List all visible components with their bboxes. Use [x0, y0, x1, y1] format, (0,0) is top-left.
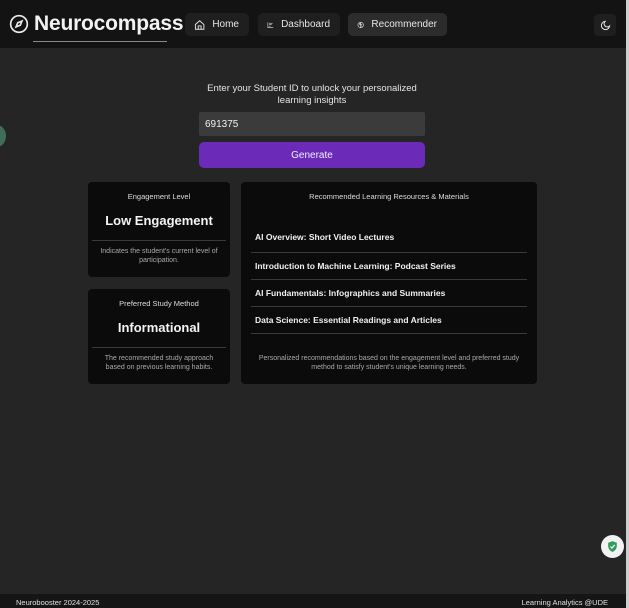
- resources-list: AI Overview: Short Video Lectures Introd…: [241, 221, 537, 334]
- nav-dashboard-label: Dashboard: [281, 19, 330, 30]
- brand[interactable]: Neurocompass: [9, 4, 184, 44]
- brand-title: Neurocompass: [34, 12, 184, 35]
- bar-chart-icon: [267, 21, 274, 28]
- nav-recommender-button[interactable]: Recommender: [348, 13, 447, 36]
- resources-card: Recommended Learning Resources & Materia…: [241, 182, 537, 384]
- generate-button[interactable]: Generate: [199, 142, 425, 168]
- divider: [92, 347, 226, 348]
- footer-credit: Learning Analytics @UDE: [521, 598, 608, 607]
- page-footer: Neurobooster 2024-2025 Learning Analytic…: [0, 594, 626, 608]
- resource-item[interactable]: Introduction to Machine Learning: Podcas…: [251, 253, 527, 280]
- study-method-description: The recommended study approach based on …: [104, 355, 214, 371]
- nav-dashboard-button[interactable]: Dashboard: [258, 13, 340, 36]
- footer-copyright: Neurobooster 2024-2025: [16, 598, 100, 607]
- resources-footer-note: Personalized recommendations based on th…: [258, 355, 520, 371]
- study-method-value: Informational: [117, 320, 201, 335]
- shield-check-icon: [608, 541, 617, 552]
- resource-item[interactable]: Data Science: Essential Readings and Art…: [251, 307, 527, 334]
- resource-item[interactable]: AI Fundamentals: Infographics and Summar…: [251, 280, 527, 307]
- brand-underline: [33, 41, 167, 42]
- engagement-description: Indicates the student's current level of…: [100, 248, 218, 264]
- nav-home-button[interactable]: Home: [185, 13, 249, 36]
- brain-icon: [357, 21, 364, 28]
- moon-icon: [600, 20, 610, 30]
- study-method-label: Preferred Study Method: [119, 299, 199, 308]
- top-navbar: Neurocompass Home Dashboard Recommender: [0, 0, 626, 48]
- compass-icon: [9, 14, 29, 34]
- resources-title: Recommended Learning Resources & Materia…: [309, 192, 469, 201]
- student-id-prompt: Enter your Student ID to unlock your per…: [207, 83, 417, 106]
- engagement-value: Low Engagement: [105, 213, 213, 228]
- engagement-card: Engagement Level Low Engagement Indicate…: [88, 182, 230, 277]
- study-method-card: Preferred Study Method Informational The…: [88, 289, 230, 384]
- student-id-input[interactable]: [199, 112, 425, 136]
- divider: [92, 240, 226, 241]
- home-icon: [194, 19, 205, 30]
- security-shield-button[interactable]: [601, 535, 624, 558]
- theme-toggle-button[interactable]: [594, 14, 616, 36]
- side-decoration: [0, 125, 6, 147]
- engagement-label: Engagement Level: [127, 192, 191, 201]
- nav-recommender-label: Recommender: [371, 19, 437, 30]
- resource-item[interactable]: AI Overview: Short Video Lectures: [251, 221, 527, 253]
- nav-home-label: Home: [212, 19, 239, 30]
